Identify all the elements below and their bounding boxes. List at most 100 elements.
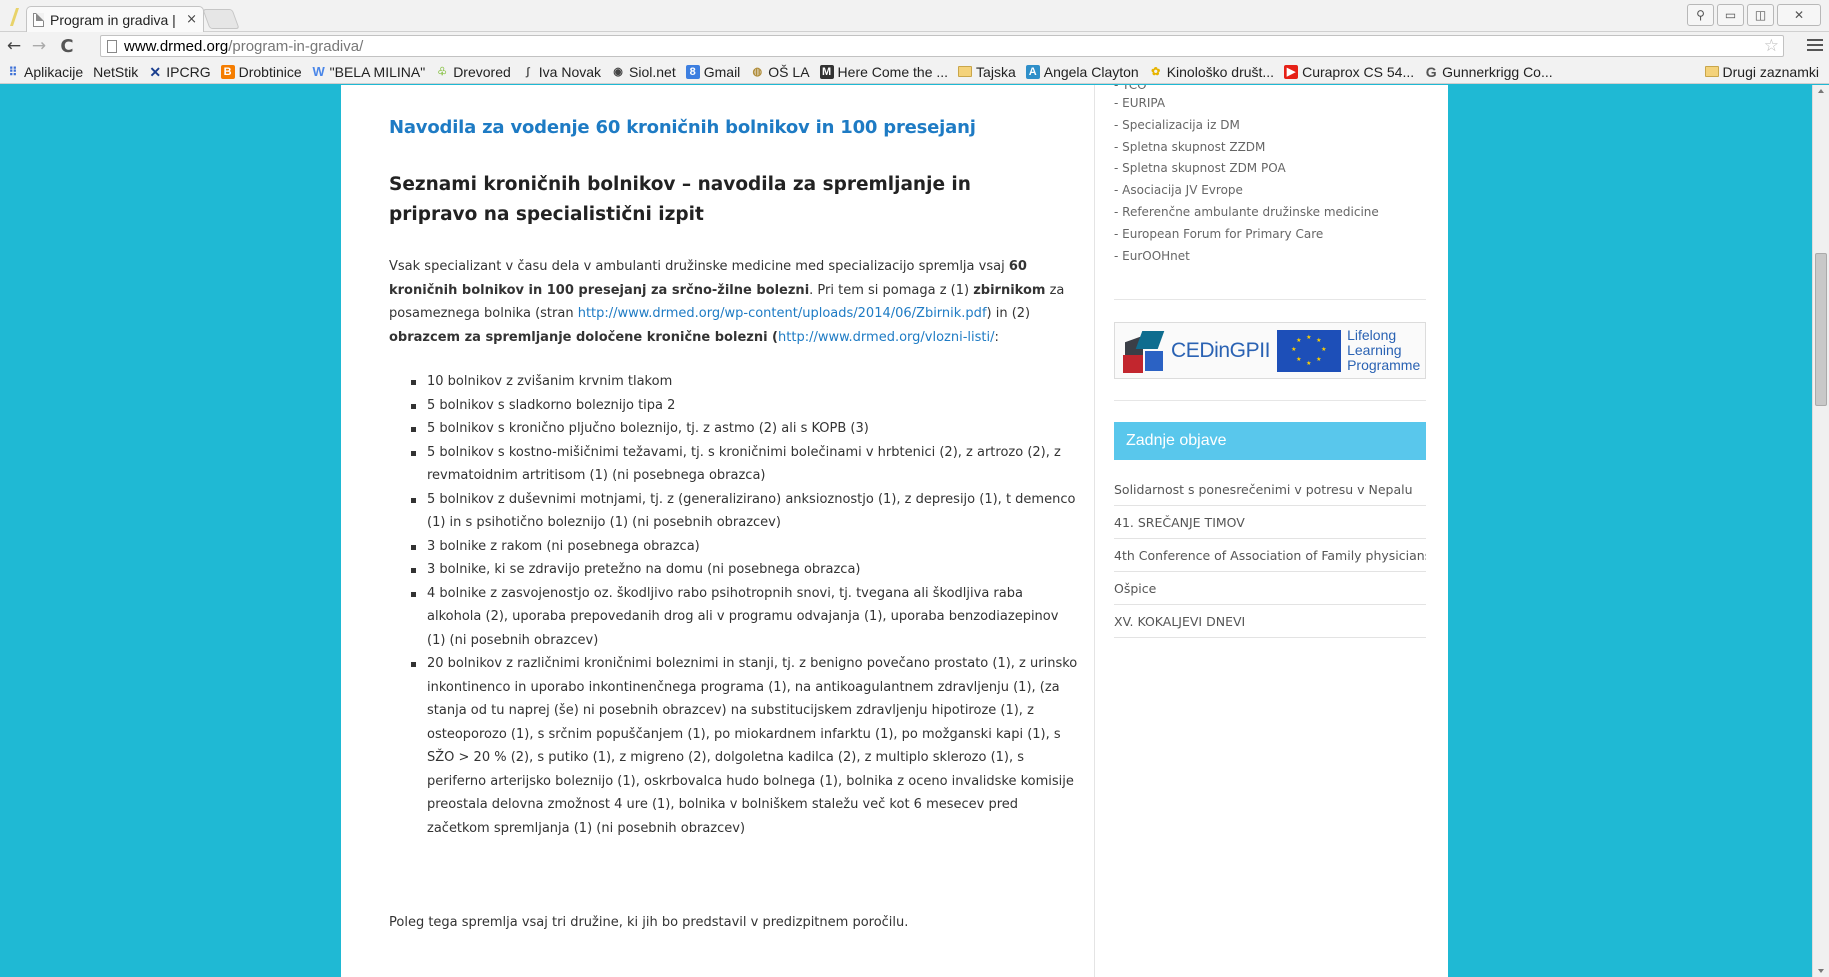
bookmark-star-icon[interactable]: ☆ [1764,36,1779,56]
bookmark-item[interactable]: 8 Gmail [685,63,741,80]
siol-icon: ◉ [613,65,623,78]
scrollbar-thumb[interactable] [1815,253,1827,406]
scroll-down-icon[interactable] [1818,969,1824,973]
recent-posts-title: Zadnje objave [1114,422,1426,460]
bookmark-item[interactable]: NetStik [93,64,138,80]
browser-tab[interactable]: Program in gradiva | × [26,6,204,32]
youtube-icon: ▶ [1284,64,1299,79]
x-icon: ✕ [149,63,162,80]
bookmark-label: Aplikacije [24,63,84,80]
recent-posts-list: Solidarnost s ponesrečenimi v potresu v … [1114,473,1426,638]
bookmark-label: Siol.net [629,63,676,80]
bookmark-item[interactable]: Tajska [958,64,1016,80]
bookmark-label: IPCRG [166,63,211,80]
bookmark-item[interactable]: B Drobtinice [220,64,302,80]
page-icon [33,12,44,27]
g-icon: G [1425,63,1437,80]
tab-close-icon[interactable]: × [186,12,197,27]
restore-button[interactable]: ◫ [1747,4,1774,26]
bookmark-item[interactable]: ✕ IPCRG [148,64,210,80]
list-item: 5 bolnikov z duševnimi motnjami, tj. z (… [389,488,1079,535]
recent-post-link[interactable]: Ošpice [1114,572,1426,605]
sidebar-link[interactable]: - European Forum for Primary Care [1114,224,1379,246]
bookmark-item[interactable]: ∫ Iva Novak [521,64,601,80]
bookmark-item[interactable]: W "BELA MILINA" [312,64,426,80]
llp-line: Lifelong [1347,327,1397,343]
other-bookmarks[interactable]: Drugi zaznamki [1704,63,1819,80]
recent-post-link[interactable]: 41. SREČANJE TIMOV [1114,506,1426,539]
bookmark-item[interactable]: G Gunnerkrigg Co... [1424,64,1553,80]
bookmark-item[interactable]: ◍ OŠ LA [750,64,809,80]
blogger-icon: B [220,64,235,79]
intro-text: : [994,329,999,345]
bookmark-item[interactable]: ⠿ Aplikacije [6,63,84,80]
paw-icon: ✿ [1151,65,1161,78]
new-tab-button[interactable] [202,9,240,29]
page-content: Navodila za vodenje 60 kroničnih bolniko… [341,85,1448,977]
zbirnik-link[interactable]: http://www.drmed.org/wp-content/uploads/… [578,306,987,321]
reload-button[interactable]: C [56,36,78,57]
bookmark-label: Drevored [453,63,511,80]
llp-text: Lifelong Learning Programme [1347,328,1420,373]
w-icon: W [312,63,325,79]
recent-post-link[interactable]: Solidarnost s ponesrečenimi v potresu v … [1114,473,1426,506]
intro-bold: obrazcem za spremljanje določene kroničn… [389,329,779,345]
sidebar-link[interactable]: - Spletna skupnost ZDM POA [1114,158,1379,180]
article-intro: Vsak specializant v času dela v ambulant… [389,255,1079,349]
list-item: 5 bolnikov s kostno-mišičnimi težavami, … [389,441,1079,488]
list-item: 20 bolnikov z različnimi kroničnimi bole… [389,652,1079,840]
bookmark-item[interactable]: ▶ Curaprox CS 54... [1284,64,1414,80]
bookmark-item[interactable]: ♧ Drevored [435,64,511,80]
page-icon [107,39,117,53]
article-outro: Poleg tega spremlja vsaj tri družine, ki… [389,915,909,930]
close-window-button[interactable]: ✕ [1777,4,1821,26]
chrome-menu-icon[interactable] [1807,36,1823,54]
forward-button[interactable]: → [28,36,50,56]
bookmark-label: Angela Clayton [1043,63,1139,80]
cedingpii-banner[interactable]: CEDinGPII ★ ★ ★ ★ ★ ★ ★ ★ Lifelong Learning Pro… [1114,322,1426,379]
address-bar[interactable]: www.drmed.org/program-in-gradiva/ ☆ [100,35,1784,57]
bookmark-label: Here Come the ... [837,63,949,80]
tab-title: Program in gradiva | [50,11,176,28]
sidebar-link[interactable]: - TCO [1114,85,1379,93]
article-heading: Seznami kroničnih bolnikov – navodila za… [389,174,971,225]
back-button[interactable]: ← [3,36,25,56]
llp-line: Learning [1347,342,1402,358]
bookmark-item[interactable]: ◉ Siol.net [611,64,676,80]
cedingpii-logo-icon [1121,329,1167,373]
page-scrollbar[interactable] [1812,85,1829,977]
apps-icon: ⠿ [8,64,18,79]
banner-logo-text: CEDinGPII [1171,338,1271,362]
sidebar-link[interactable]: - Asociacija JV Evrope [1114,180,1379,202]
bookmark-item[interactable]: ✿ Kinološko društ... [1149,64,1274,80]
list-item: 4 bolnike z zasvojenostjo oz. škodljivo … [389,582,1079,653]
recent-post-link[interactable]: XV. KOKALJEVI DNEVI [1114,605,1426,638]
bookmark-label: Drugi zaznamki [1722,63,1819,80]
minimize-button[interactable]: ▭ [1717,4,1744,26]
list-item: 3 bolnike z rakom (ni posebnega obrazca) [389,535,1079,559]
scroll-up-icon[interactable] [1818,89,1824,93]
intro-text: . Pri tem si pomaga z (1) [809,282,974,298]
bookmark-item[interactable]: M Here Come the ... [819,63,949,80]
column-divider [1094,85,1095,977]
page-curl-icon [10,8,19,26]
sidebar-link[interactable]: - EurOOHnet [1114,246,1379,268]
bookmarks-bar: ⠿ Aplikacije NetStik ✕ IPCRG B Drobtinice W… [0,60,1829,84]
folder-icon [958,66,973,77]
profile-icon[interactable]: ⚲ [1687,4,1714,26]
bookmark-label: Gmail [703,63,741,80]
list-item: 10 bolnikov z zvišanim krvnim tlakom [389,370,1079,394]
ac-icon: A [1025,64,1040,79]
url-path: /program-in-gradiva/ [228,37,364,55]
sidebar-link[interactable]: - Spletna skupnost ZZDM [1114,137,1379,159]
tree-icon: ♧ [437,65,448,78]
sidebar-link[interactable]: - Referenčne ambulante družinske medicin… [1114,202,1379,224]
vlozni-listi-link[interactable]: http://www.drmed.org/vlozni-listi/ [778,330,995,345]
article-heading-link[interactable]: Navodila za vodenje 60 kroničnih bolniko… [389,117,976,138]
sidebar-link[interactable]: - Specializacija iz DM [1114,115,1379,137]
browser-toolbar: ← → C www.drmed.org/program-in-gradiva/ … [0,32,1829,60]
recent-post-link[interactable]: 4th Conference of Association of Family … [1114,539,1426,572]
bookmark-item[interactable]: A Angela Clayton [1025,63,1139,80]
bookmark-label: "BELA MILINA" [329,63,426,80]
sidebar-link[interactable]: - EURIPA [1114,93,1379,115]
